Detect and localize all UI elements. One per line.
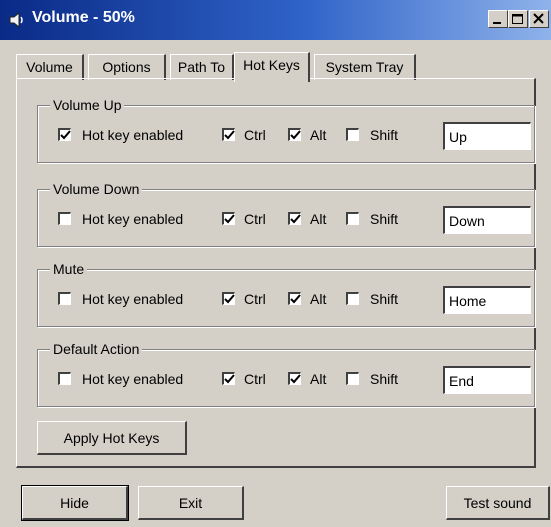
group-mute: Mute Hot key enabled Ctrl Alt Shift	[37, 260, 535, 327]
alt-label: Alt	[310, 291, 327, 307]
hotkey-enabled-label: Hot key enabled	[82, 127, 184, 143]
shift-checkbox[interactable]	[346, 292, 359, 305]
shift-checkbox[interactable]	[346, 128, 359, 141]
alt-label: Alt	[310, 371, 327, 387]
title-bar[interactable]: Volume - 50%	[0, 0, 551, 40]
check-icon	[224, 294, 235, 304]
tab-system-tray[interactable]: System Tray	[314, 54, 416, 80]
close-icon	[533, 13, 544, 24]
check-icon	[290, 294, 301, 304]
minimize-button[interactable]	[488, 10, 508, 28]
maximize-button[interactable]	[508, 10, 528, 28]
tab-hot-keys[interactable]: Hot Keys	[234, 52, 310, 82]
hotkey-input[interactable]	[443, 366, 531, 394]
close-button[interactable]	[529, 10, 549, 28]
check-icon	[224, 374, 235, 384]
check-icon	[224, 130, 235, 140]
ctrl-label: Ctrl	[244, 371, 266, 387]
ctrl-label: Ctrl	[244, 211, 266, 227]
hotkey-enabled-label: Hot key enabled	[82, 211, 184, 227]
group-label: Volume Down	[50, 180, 143, 198]
shift-label: Shift	[370, 291, 399, 307]
ctrl-checkbox[interactable]	[222, 212, 235, 225]
hide-button[interactable]: Hide	[21, 485, 129, 521]
alt-label: Alt	[310, 127, 327, 143]
alt-checkbox[interactable]	[288, 212, 301, 225]
window-title: Volume - 50%	[32, 9, 135, 26]
ctrl-checkbox[interactable]	[222, 128, 235, 141]
maximize-icon	[512, 14, 523, 24]
check-icon	[290, 374, 301, 384]
hotkey-enabled-label: Hot key enabled	[82, 371, 184, 387]
shift-label: Shift	[370, 127, 399, 143]
tab-path-to[interactable]: Path To	[170, 54, 234, 80]
ctrl-label: Ctrl	[244, 127, 266, 143]
group-label: Default Action	[50, 340, 143, 358]
group-default-action: Default Action Hot key enabled Ctrl Alt …	[37, 340, 535, 407]
shift-checkbox[interactable]	[346, 212, 359, 225]
ctrl-label: Ctrl	[244, 291, 266, 307]
hotkey-enabled-checkbox[interactable]	[58, 292, 71, 305]
hot-keys-panel: Volume Up Hot key enabled Ctrl Alt Shift…	[16, 78, 536, 468]
volume-window: Volume - 50% Volume Options Path To Hot …	[0, 0, 551, 527]
hotkey-enabled-checkbox[interactable]	[58, 128, 71, 141]
group-label: Mute	[50, 260, 88, 278]
hotkey-input[interactable]	[443, 286, 531, 314]
shift-label: Shift	[370, 211, 399, 227]
alt-checkbox[interactable]	[288, 292, 301, 305]
test-sound-button[interactable]: Test sound	[446, 486, 550, 520]
apply-hot-keys-button[interactable]: Apply Hot Keys	[37, 421, 187, 455]
group-label: Volume Up	[50, 96, 125, 114]
minimize-icon	[493, 22, 501, 24]
hotkey-input[interactable]	[443, 206, 531, 234]
shift-label: Shift	[370, 371, 399, 387]
hotkey-enabled-checkbox[interactable]	[58, 212, 71, 225]
group-volume-down: Volume Down Hot key enabled Ctrl Alt Shi…	[37, 180, 535, 247]
group-volume-up: Volume Up Hot key enabled Ctrl Alt Shift	[37, 96, 535, 163]
hotkey-enabled-checkbox[interactable]	[58, 372, 71, 385]
alt-checkbox[interactable]	[288, 128, 301, 141]
alt-checkbox[interactable]	[288, 372, 301, 385]
exit-button[interactable]: Exit	[138, 486, 244, 520]
tab-volume[interactable]: Volume	[16, 54, 84, 80]
speaker-icon	[8, 10, 28, 30]
hotkey-input[interactable]	[443, 122, 531, 150]
tab-options[interactable]: Options	[88, 54, 166, 80]
hotkey-enabled-label: Hot key enabled	[82, 291, 184, 307]
check-icon	[290, 130, 301, 140]
ctrl-checkbox[interactable]	[222, 292, 235, 305]
check-icon	[290, 214, 301, 224]
alt-label: Alt	[310, 211, 327, 227]
check-icon	[224, 214, 235, 224]
ctrl-checkbox[interactable]	[222, 372, 235, 385]
check-icon	[60, 130, 71, 140]
shift-checkbox[interactable]	[346, 372, 359, 385]
